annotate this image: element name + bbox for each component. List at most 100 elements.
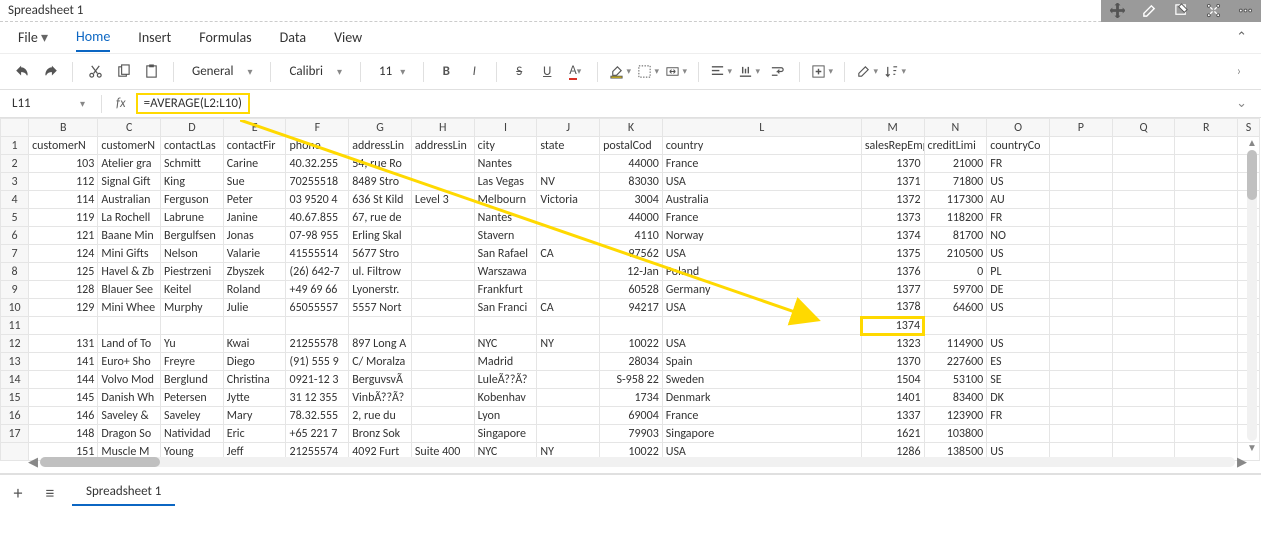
cell[interactable] <box>1175 335 1238 353</box>
cell[interactable] <box>1112 137 1175 155</box>
cell[interactable]: Australian <box>98 191 161 209</box>
cell[interactable] <box>474 317 537 335</box>
cell[interactable]: NY <box>537 335 600 353</box>
scroll-track[interactable] <box>40 457 1235 467</box>
cell[interactable]: 121 <box>29 227 98 245</box>
cell[interactable]: 40.67.855 <box>286 209 349 227</box>
row-header[interactable]: 11 <box>1 317 29 335</box>
number-format-select[interactable]: General▾ <box>184 64 260 79</box>
cell[interactable]: Berglund <box>161 371 224 389</box>
cell[interactable] <box>1112 371 1175 389</box>
vertical-scrollbar[interactable]: ▲ ▼ <box>1245 136 1259 455</box>
select-all-corner[interactable] <box>1 119 29 137</box>
h-align-button[interactable]: ▾ <box>709 60 733 84</box>
cell[interactable] <box>924 317 987 335</box>
cell[interactable]: 1401 <box>861 389 924 407</box>
cell[interactable]: Denmark <box>662 389 861 407</box>
cell[interactable] <box>1175 227 1238 245</box>
cell[interactable] <box>411 299 474 317</box>
cell[interactable]: Diego <box>223 353 286 371</box>
all-sheets-button[interactable]: ≡ <box>40 482 60 504</box>
cell[interactable]: 128 <box>29 281 98 299</box>
cell[interactable]: 1621 <box>861 425 924 443</box>
cell[interactable]: Signal Gift <box>98 173 161 191</box>
cell[interactable]: ul. Filtrow <box>349 263 412 281</box>
cell[interactable] <box>411 425 474 443</box>
scroll-left-icon[interactable]: ◀ <box>26 455 40 470</box>
column-header[interactable]: B <box>29 119 98 137</box>
cell[interactable] <box>411 407 474 425</box>
cell[interactable]: France <box>662 407 861 425</box>
cell[interactable]: 59700 <box>924 281 987 299</box>
cell[interactable]: Havel & Zb <box>98 263 161 281</box>
cell[interactable]: 28034 <box>600 353 663 371</box>
cell[interactable] <box>1049 371 1112 389</box>
scroll-down-icon[interactable]: ▼ <box>1247 441 1257 455</box>
wrap-button[interactable] <box>765 60 789 84</box>
strikethrough-button[interactable]: S <box>507 60 531 84</box>
scroll-up-icon[interactable]: ▲ <box>1247 136 1257 150</box>
cell[interactable]: 65055557 <box>286 299 349 317</box>
cell[interactable] <box>1049 425 1112 443</box>
cell[interactable] <box>1112 245 1175 263</box>
cell[interactable]: Petersen <box>161 389 224 407</box>
menu-file[interactable]: File ▾ <box>18 24 48 51</box>
cell[interactable] <box>537 371 600 389</box>
column-header[interactable]: G <box>349 119 412 137</box>
menu-insert[interactable]: Insert <box>138 24 171 51</box>
cell[interactable]: addressLin <box>349 137 412 155</box>
borders-button[interactable]: ▾ <box>636 60 660 84</box>
cell[interactable]: (26) 642-7 <box>286 263 349 281</box>
cell[interactable]: Christina <box>223 371 286 389</box>
cell[interactable] <box>1112 317 1175 335</box>
cell[interactable] <box>1049 389 1112 407</box>
cell[interactable]: FR <box>987 407 1050 425</box>
fx-label[interactable]: fx <box>112 96 130 111</box>
cell[interactable]: Sweden <box>662 371 861 389</box>
cell[interactable]: postalCod <box>600 137 663 155</box>
column-header[interactable]: L <box>662 119 861 137</box>
cell[interactable]: 123900 <box>924 407 987 425</box>
cell[interactable]: SE <box>987 371 1050 389</box>
column-header[interactable]: Q <box>1112 119 1175 137</box>
cell[interactable]: 8489 Stro <box>349 173 412 191</box>
cell[interactable] <box>1112 353 1175 371</box>
cell[interactable]: 145 <box>29 389 98 407</box>
cell[interactable]: 125 <box>29 263 98 281</box>
cell[interactable]: NV <box>537 173 600 191</box>
cell[interactable] <box>411 317 474 335</box>
cell[interactable]: Stavern <box>474 227 537 245</box>
edit-icon[interactable] <box>1137 0 1161 23</box>
row-header[interactable]: 4 <box>1 191 29 209</box>
menu-home[interactable]: Home <box>76 23 110 52</box>
row-header[interactable]: 8 <box>1 263 29 281</box>
cell[interactable]: +49 69 66 <box>286 281 349 299</box>
cell[interactable] <box>1112 281 1175 299</box>
cell[interactable] <box>537 155 600 173</box>
row-header[interactable]: 6 <box>1 227 29 245</box>
spreadsheet-grid[interactable]: BCDEFGHIJKLMNOPQRS 1customerNcustomerNco… <box>0 118 1260 461</box>
cell[interactable]: Kobenhav <box>474 389 537 407</box>
cell[interactable] <box>1112 263 1175 281</box>
cell[interactable] <box>1049 155 1112 173</box>
cell[interactable]: Kwai <box>223 335 286 353</box>
cell[interactable]: phone <box>286 137 349 155</box>
cell[interactable]: ES <box>987 353 1050 371</box>
cell[interactable]: 44000 <box>600 155 663 173</box>
cell[interactable]: Freyre <box>161 353 224 371</box>
cell[interactable]: 3004 <box>600 191 663 209</box>
italic-button[interactable]: I <box>462 60 486 84</box>
cell[interactable]: Danish Wh <box>98 389 161 407</box>
cell[interactable]: Bronz Sok <box>349 425 412 443</box>
cell[interactable]: Mary <box>223 407 286 425</box>
cell[interactable]: 1374 <box>861 227 924 245</box>
cell[interactable]: Atelier gra <box>98 155 161 173</box>
column-header[interactable]: S <box>1238 119 1260 137</box>
cell[interactable]: Lyonerstr. <box>349 281 412 299</box>
cell[interactable] <box>411 209 474 227</box>
copy-button[interactable] <box>111 60 135 84</box>
cell[interactable]: Norway <box>662 227 861 245</box>
cell[interactable]: 4110 <box>600 227 663 245</box>
cell[interactable]: USA <box>662 245 861 263</box>
cell[interactable]: 1337 <box>861 407 924 425</box>
